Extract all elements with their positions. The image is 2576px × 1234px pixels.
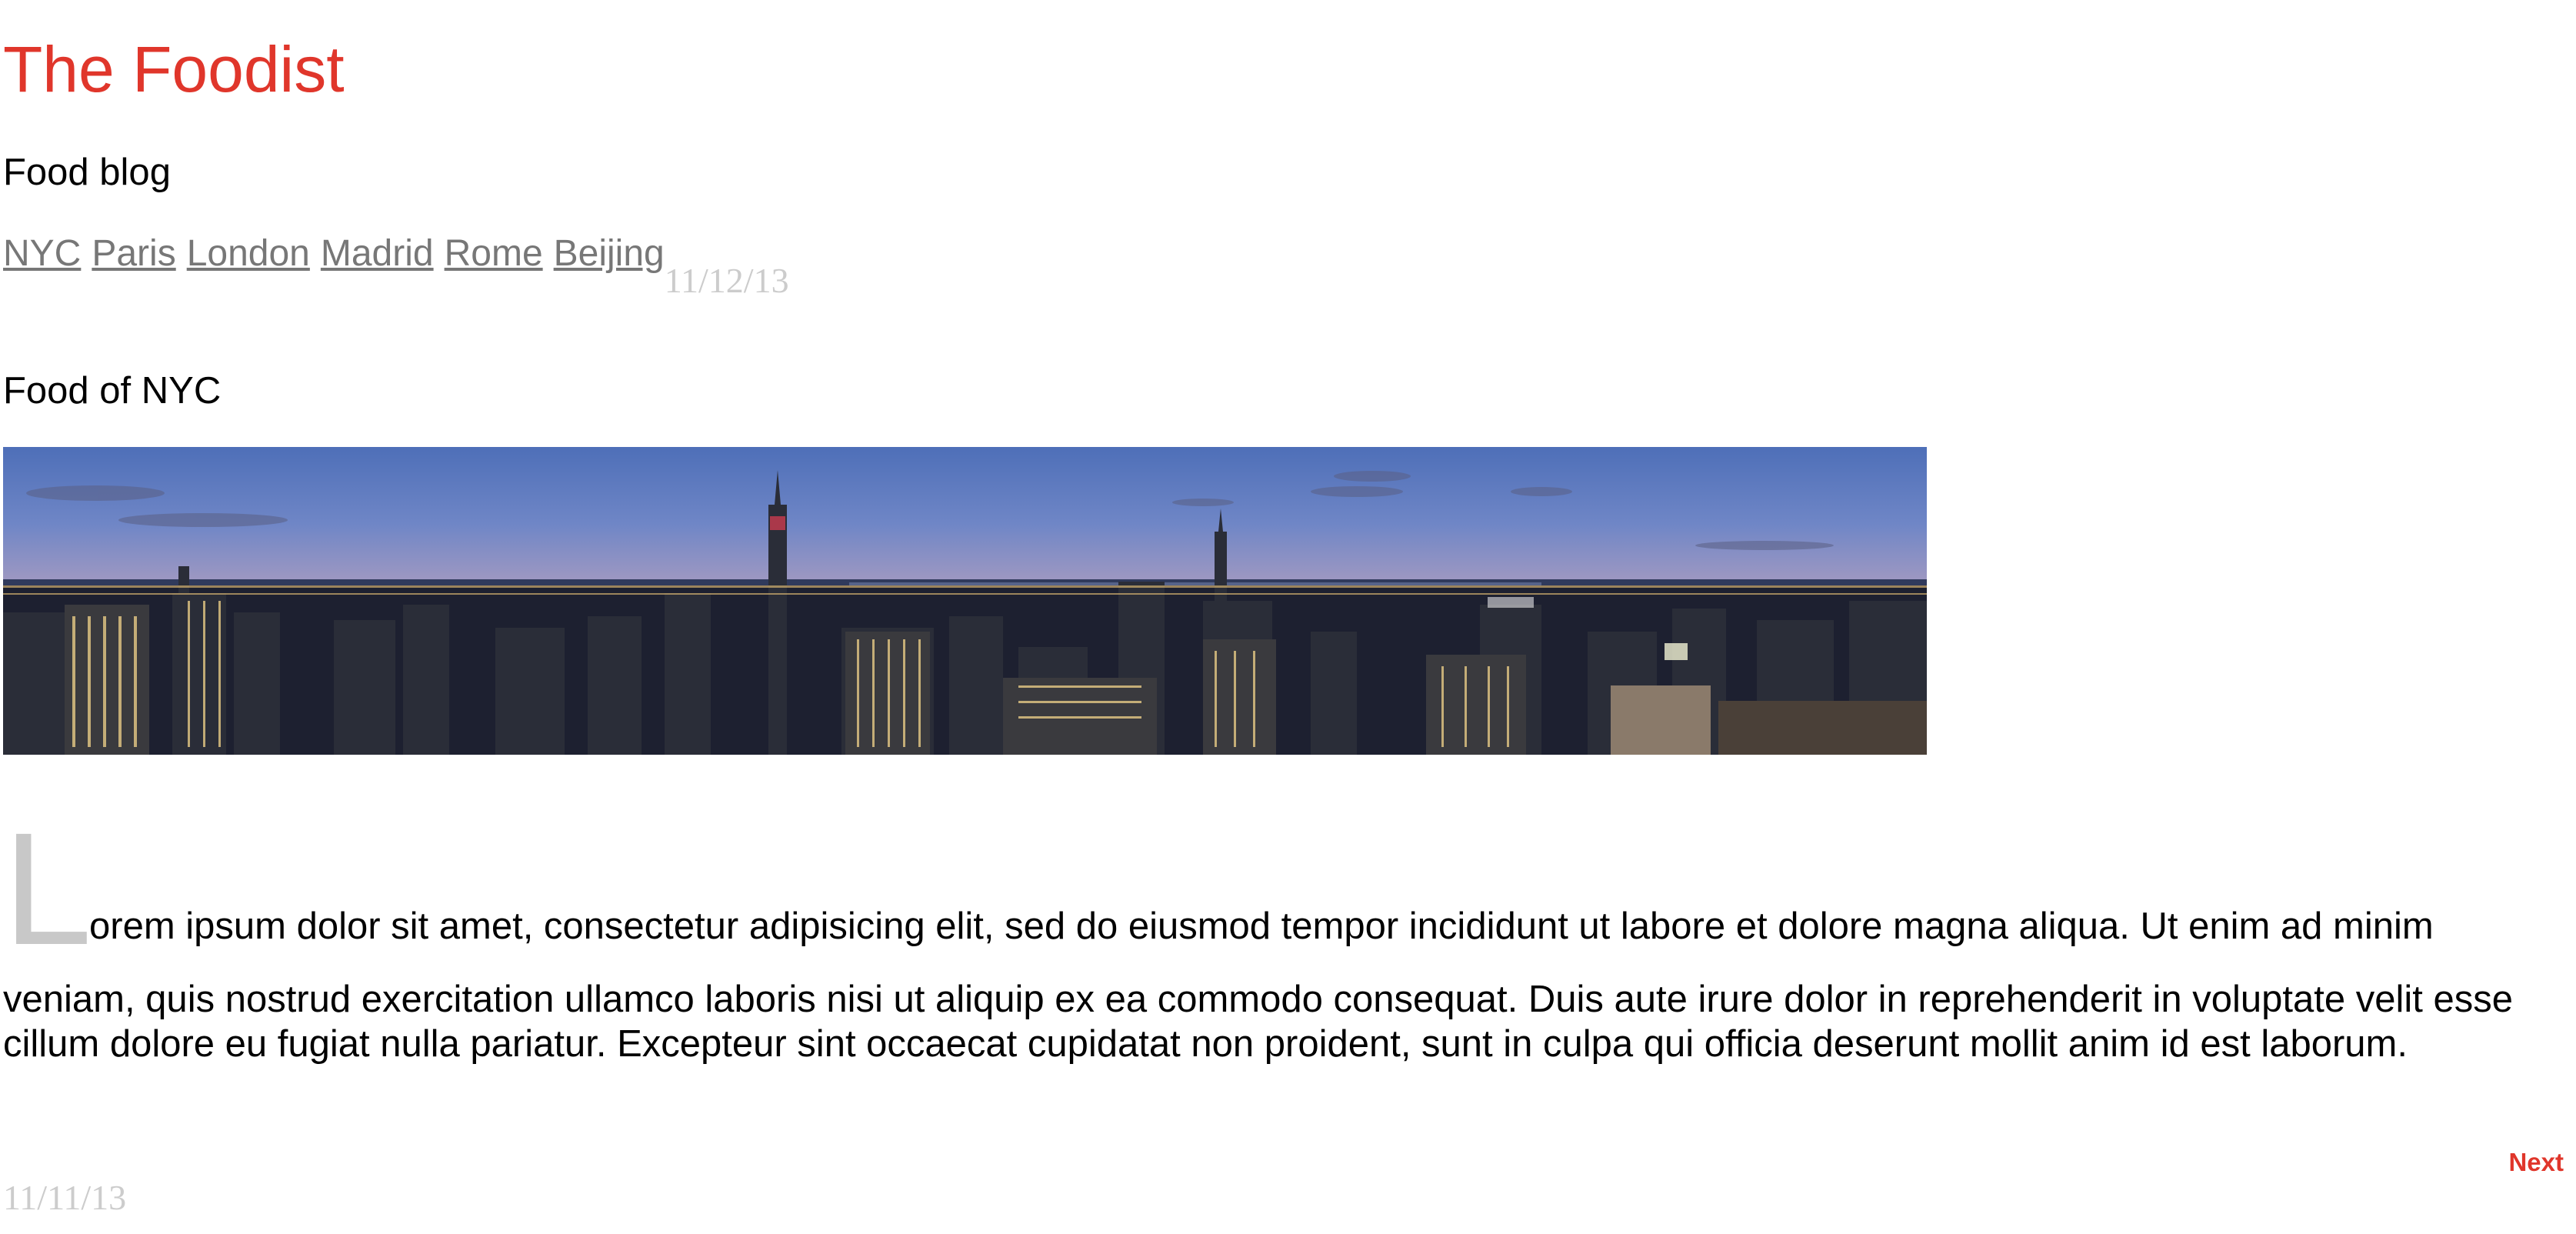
post-date: 11/12/13 xyxy=(664,261,789,300)
next-button[interactable]: Next xyxy=(2508,1148,2564,1177)
drop-cap: L xyxy=(3,800,92,979)
nav-link-madrid[interactable]: Madrid xyxy=(321,235,434,272)
site-tagline: Food blog xyxy=(3,152,171,193)
next-post-date: 11/11/13 xyxy=(3,1178,127,1217)
post-heading: Food of NYC xyxy=(3,370,222,412)
nav-link-london[interactable]: London xyxy=(187,235,310,272)
nav-link-nyc[interactable]: NYC xyxy=(3,235,81,272)
post-body-text: veniam, quis nostrud exercitation ullamc… xyxy=(3,979,2513,1065)
hero-skyline-image xyxy=(3,447,1927,755)
nav-link-rome[interactable]: Rome xyxy=(445,235,543,272)
site-title[interactable]: The Foodist xyxy=(3,37,345,102)
nav-link-paris[interactable]: Paris xyxy=(92,235,175,272)
post-lead-text: orem ipsum dolor sit amet, consectetur a… xyxy=(89,905,2434,947)
nav-link-beijing[interactable]: Beijing xyxy=(554,235,665,272)
city-nav: NYC Paris London Madrid Rome Beijing 11/… xyxy=(3,235,789,305)
